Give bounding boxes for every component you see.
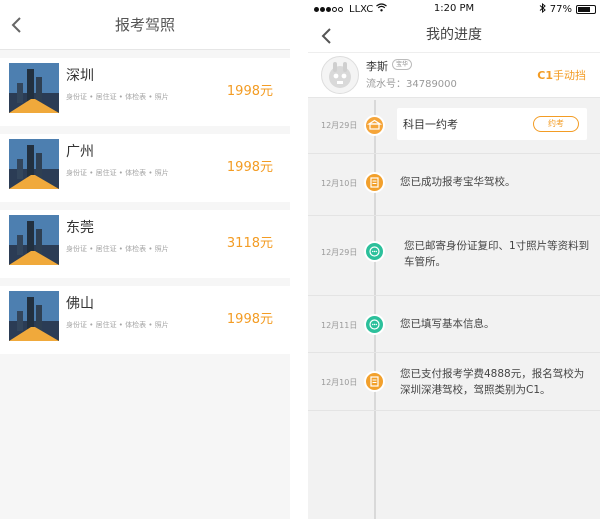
page-title: 报考驾照 <box>114 16 175 34</box>
timeline-text: 您已支付报考学费4888元，报名驾校为深圳深港驾校，驾照类别为C1。 <box>400 368 585 396</box>
city-required-docs: 身份证 • 居住证 • 体检表 • 照片 <box>66 321 169 329</box>
school-badge: 宝华 <box>392 59 413 70</box>
license-type: C1手动挡 <box>537 67 586 83</box>
timeline-date: 12月29日 <box>321 248 358 257</box>
right-navbar: 我的进度 <box>308 18 600 52</box>
timeline-date: 12月10日 <box>321 378 358 387</box>
timeline-row: 12月29日 您已邮寄身份证复印、1寸照片等资料到车管所。 <box>308 216 600 296</box>
exam-label: 科目一约考 <box>403 118 458 131</box>
status-bar: LLXC 1:20 PM 77% <box>308 0 600 18</box>
license-class: C1 <box>537 69 553 82</box>
city-required-docs: 身份证 • 居住证 • 体检表 • 照片 <box>66 93 169 101</box>
serial-number: 流水号：34789000 <box>366 79 457 90</box>
chat-icon <box>364 314 385 335</box>
timeline-text: 您已成功报考宝华驾校。 <box>400 176 516 188</box>
timeline-row: 12月10日 您已成功报考宝华驾校。 <box>308 154 600 216</box>
city-price: 1998元 <box>226 312 273 327</box>
timeline-text: 您已填写基本信息。 <box>400 318 495 330</box>
timeline-row: 12月11日 您已填写基本信息。 <box>308 296 600 353</box>
city-name: 佛山 <box>66 296 94 312</box>
battery-percent: 77% <box>549 4 572 15</box>
exam-icon <box>364 115 385 136</box>
city-card-shenzhen[interactable]: 深圳 身份证 • 居住证 • 体检表 • 照片 1998元 <box>0 58 290 126</box>
page-title: 我的进度 <box>426 27 482 43</box>
bluetooth-icon <box>539 2 546 16</box>
city-card-guangzhou[interactable]: 广州 身份证 • 居住证 • 体检表 • 照片 1998元 <box>0 134 290 202</box>
profile-header: 李斯 宝华 流水号：34789000 C1手动挡 <box>308 52 600 98</box>
city-photo <box>9 139 59 189</box>
city-photo <box>9 291 59 341</box>
chat-icon <box>364 241 385 262</box>
city-price: 1998元 <box>226 84 273 99</box>
timeline-date: 12月11日 <box>321 321 358 330</box>
timeline-date: 12月29日 <box>321 121 358 130</box>
avatar[interactable] <box>321 56 359 94</box>
city-price: 1998元 <box>226 160 273 175</box>
city-name: 东莞 <box>66 220 94 236</box>
city-card-foshan[interactable]: 佛山 身份证 • 居住证 • 体检表 • 照片 1998元 <box>0 286 290 354</box>
document-icon <box>364 371 385 392</box>
book-exam-button[interactable]: 约考 <box>533 116 579 132</box>
right-screen: LLXC 1:20 PM 77% 我的进度 李斯 宝华 流水号：34789000… <box>308 0 600 519</box>
timeline-text: 您已邮寄身份证复印、1寸照片等资料到车管所。 <box>404 240 590 268</box>
document-icon <box>364 172 385 193</box>
city-required-docs: 身份证 • 居住证 • 体检表 • 照片 <box>66 245 169 253</box>
city-name: 深圳 <box>66 68 94 84</box>
battery-icon <box>576 5 596 14</box>
license-label: 手动挡 <box>553 69 586 82</box>
left-navbar: 报考驾照 <box>0 0 290 50</box>
exam-card: 科目一约考 约考 <box>397 108 587 140</box>
student-name: 李斯 <box>366 60 388 73</box>
left-screen: 报考驾照 深圳 身份证 • 居住证 • 体检表 • 照片 1998元 广州 身份… <box>0 0 290 519</box>
timeline-date: 12月10日 <box>321 179 358 188</box>
city-photo <box>9 63 59 113</box>
city-price: 3118元 <box>226 236 273 251</box>
city-name: 广州 <box>66 144 94 160</box>
city-card-dongguan[interactable]: 东莞 身份证 • 居住证 • 体检表 • 照片 3118元 <box>0 210 290 278</box>
city-required-docs: 身份证 • 居住证 • 体检表 • 照片 <box>66 169 169 177</box>
timeline-row: 12月10日 您已支付报考学费4888元，报名驾校为深圳深港驾校，驾照类别为C1… <box>308 353 600 411</box>
city-photo <box>9 215 59 265</box>
